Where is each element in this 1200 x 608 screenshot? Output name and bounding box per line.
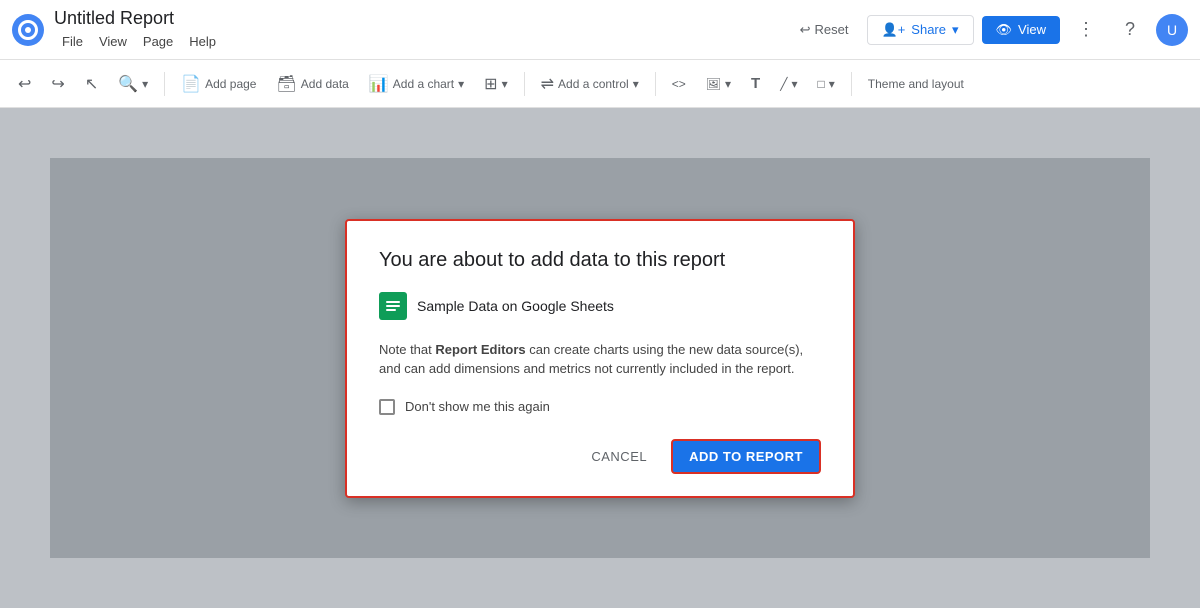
line-icon: ╱ <box>780 77 787 91</box>
sheets-line-2 <box>386 305 400 307</box>
sheets-line-3 <box>386 309 396 311</box>
dialog-overlay: You are about to add data to this report… <box>50 158 1150 558</box>
note-bold: Report Editors <box>435 342 525 357</box>
note-prefix: Note that <box>379 342 435 357</box>
app-logo <box>12 14 44 46</box>
toolbar: ↩ ↪ ↖ 🔍 ▾ 📄 Add page 🗃 Add data 📊 Add a … <box>0 60 1200 108</box>
image-icon: 🖼 <box>706 77 721 91</box>
shape-dropdown-icon: ▾ <box>829 77 835 91</box>
undo-icon: ↩ <box>18 74 31 94</box>
code-icon: <> <box>672 77 686 91</box>
share-button[interactable]: 👤+ Share ▾ <box>867 15 974 45</box>
view-button[interactable]: 👁 View <box>982 16 1060 44</box>
add-chart-icon: 📊 <box>369 74 389 94</box>
add-page-label: Add page <box>205 77 256 91</box>
title-area: Untitled Report File View Page Help <box>54 8 224 51</box>
canvas-area: You are about to add data to this report… <box>50 158 1150 558</box>
add-chart-label: Add a chart <box>393 77 454 91</box>
dont-show-checkbox[interactable] <box>379 399 395 415</box>
zoom-button[interactable]: 🔍 ▾ <box>110 70 156 98</box>
topbar: Untitled Report File View Page Help ↩ Re… <box>0 0 1200 60</box>
more-options-button[interactable]: ⋮ <box>1068 12 1104 48</box>
shape-button[interactable]: □ ▾ <box>809 73 842 95</box>
dont-show-label[interactable]: Don't show me this again <box>405 399 550 414</box>
checkbox-row: Don't show me this again <box>379 399 821 415</box>
control-dropdown-icon: ▾ <box>633 77 639 91</box>
add-data-label: Add data <box>301 77 349 91</box>
menu-page[interactable]: Page <box>135 32 181 51</box>
app-title: Untitled Report <box>54 8 224 30</box>
help-button[interactable]: ? <box>1112 12 1148 48</box>
redo-button[interactable]: ↪ <box>43 70 72 98</box>
add-data-button[interactable]: 🗃 Add data <box>268 70 356 98</box>
add-control-icon: ⇌ <box>541 74 554 94</box>
add-page-button[interactable]: 📄 Add page <box>173 70 264 98</box>
menu-view[interactable]: View <box>91 32 135 51</box>
view-label: View <box>1018 22 1046 37</box>
sheets-icon-lines <box>382 297 404 315</box>
reset-icon: ↩ <box>800 22 811 38</box>
cancel-button[interactable]: CANCEL <box>575 441 663 472</box>
topbar-right: ↩ Reset 👤+ Share ▾ 👁 View ⋮ ? U <box>790 12 1188 48</box>
zoom-dropdown-icon: ▾ <box>142 77 148 91</box>
theme-label: Theme and layout <box>868 77 964 91</box>
toolbar-separator-1 <box>164 72 165 96</box>
dialog-title: You are about to add data to this report <box>379 249 821 272</box>
components-icon: ⊞ <box>484 74 497 94</box>
more-icon: ⋮ <box>1077 19 1095 40</box>
data-source-name: Sample Data on Google Sheets <box>417 298 614 314</box>
image-dropdown-icon: ▾ <box>725 77 731 91</box>
dialog-actions: CANCEL ADD TO REPORT <box>379 439 821 474</box>
help-icon: ? <box>1125 19 1135 40</box>
toolbar-separator-2 <box>524 72 525 96</box>
chart-dropdown-icon: ▾ <box>458 77 464 91</box>
components-button[interactable]: ⊞ ▾ <box>476 70 515 98</box>
reset-label: Reset <box>815 22 849 37</box>
line-dropdown-icon: ▾ <box>791 77 797 91</box>
add-data-icon: 🗃 <box>276 74 296 94</box>
reset-button[interactable]: ↩ Reset <box>790 16 859 44</box>
app-logo-icon <box>18 20 38 40</box>
toolbar-separator-3 <box>655 72 656 96</box>
view-icon: 👁 <box>996 22 1013 38</box>
add-page-icon: 📄 <box>181 74 201 94</box>
share-icon: 👤+ <box>882 22 906 38</box>
toolbar-separator-4 <box>851 72 852 96</box>
shape-icon: □ <box>817 77 824 91</box>
add-control-label: Add a control <box>558 77 629 91</box>
avatar[interactable]: U <box>1156 14 1188 46</box>
main-area: You are about to add data to this report… <box>0 108 1200 608</box>
sheets-icon <box>379 292 407 320</box>
avatar-label: U <box>1167 22 1177 38</box>
code-button[interactable]: <> <box>664 73 694 95</box>
menu-file[interactable]: File <box>54 32 91 51</box>
add-chart-button[interactable]: 📊 Add a chart ▾ <box>361 70 472 98</box>
data-source-row: Sample Data on Google Sheets <box>379 292 821 320</box>
add-data-dialog: You are about to add data to this report… <box>345 219 855 498</box>
note-text: Note that Report Editors can create char… <box>379 340 821 379</box>
select-button[interactable]: ↖ <box>77 70 106 98</box>
zoom-icon: 🔍 <box>118 74 138 94</box>
add-to-report-button[interactable]: ADD TO REPORT <box>671 439 821 474</box>
components-dropdown-icon: ▾ <box>502 77 508 91</box>
sheets-line-1 <box>386 301 400 303</box>
menu-bar: File View Page Help <box>54 32 224 51</box>
line-button[interactable]: ╱ ▾ <box>772 73 805 95</box>
share-dropdown-icon: ▾ <box>952 22 959 38</box>
text-icon: T <box>751 75 760 92</box>
undo-button[interactable]: ↩ <box>10 70 39 98</box>
select-icon: ↖ <box>85 74 98 94</box>
menu-help[interactable]: Help <box>181 32 224 51</box>
share-label: Share <box>911 22 946 37</box>
text-button[interactable]: T <box>743 71 768 96</box>
image-button[interactable]: 🖼 ▾ <box>698 73 739 95</box>
add-control-button[interactable]: ⇌ Add a control ▾ <box>533 70 647 98</box>
redo-icon: ↪ <box>51 74 64 94</box>
theme-layout-button[interactable]: Theme and layout <box>860 73 972 95</box>
